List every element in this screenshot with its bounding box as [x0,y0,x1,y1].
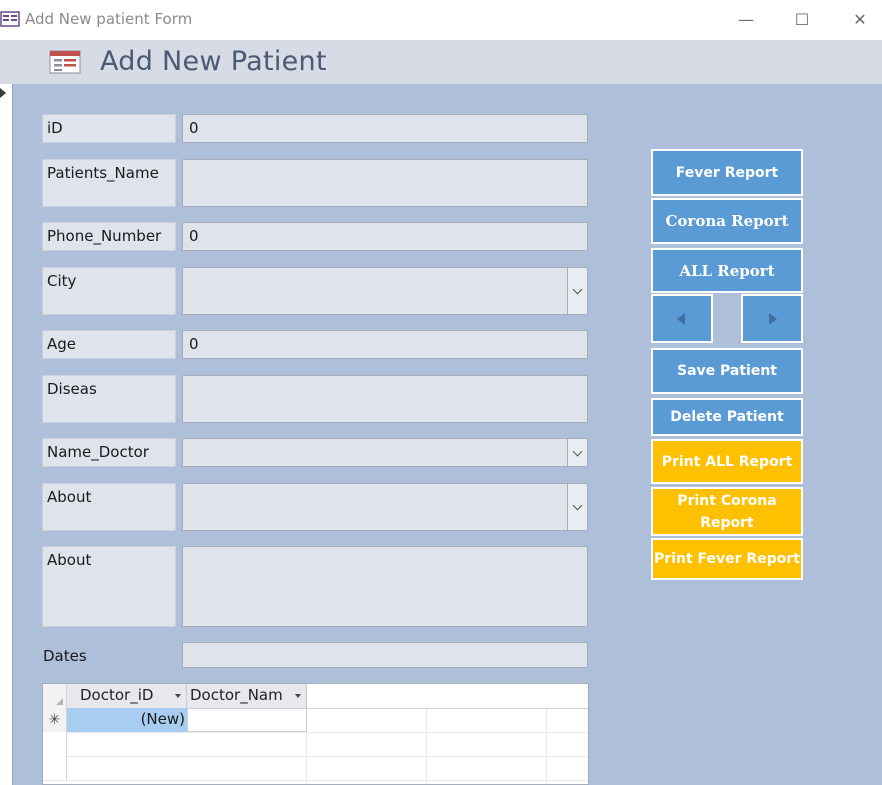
column-header-doctor-name[interactable]: Doctor_Nam [187,684,307,708]
id-field[interactable]: 0 [182,114,588,143]
delete-patient-button[interactable]: Delete Patient [651,398,803,436]
corona-report-button[interactable]: Corona Report [651,198,803,244]
id-label: iD [42,114,176,143]
title-bar: Add New patient Form — ☐ ✕ [0,0,882,40]
diseas-field[interactable] [182,375,588,423]
new-doctor-name-cell[interactable] [187,708,307,732]
about-dropdown-button[interactable] [567,484,587,530]
current-record-arrow-icon [0,88,6,98]
print-fever-report-button[interactable]: Print Fever Report [651,538,803,580]
table-row [43,756,588,781]
all-report-button[interactable]: ALL Report [651,248,803,293]
patients-name-field[interactable] [182,159,588,207]
about-text-label: About [42,546,176,627]
city-dropdown-button[interactable] [567,268,587,314]
close-button[interactable]: ✕ [846,8,874,32]
page-title: Add New Patient [100,46,327,77]
triangle-left-icon [677,312,685,325]
row-selector [43,732,67,756]
triangle-right-icon [769,312,777,325]
select-all-icon [56,698,63,705]
select-all-corner[interactable] [43,684,67,708]
previous-record-button[interactable] [651,294,713,343]
next-record-button[interactable] [741,294,803,343]
new-record-marker-icon: ✳ [43,708,67,732]
about-combo[interactable] [182,483,588,531]
diseas-label: Diseas [42,375,176,423]
dates-label: Dates [43,647,87,665]
window-title: Add New patient Form [25,10,193,28]
fever-report-button[interactable]: Fever Report [651,149,803,196]
age-label: Age [42,330,176,359]
datasheet-header: Doctor_iD Doctor_Nam [43,684,588,709]
print-all-report-button[interactable]: Print ALL Report [651,439,803,484]
about-textarea[interactable] [182,546,588,627]
minimize-button[interactable]: — [732,8,760,32]
chevron-down-icon [572,500,583,511]
print-corona-report-button[interactable]: Print Corona Report [651,487,803,536]
record-selector[interactable] [0,84,13,785]
new-doctor-id-cell[interactable]: (New) [67,708,187,732]
chevron-down-icon [572,446,583,456]
name-doctor-label: Name_Doctor [42,438,176,467]
row-selector [43,756,67,780]
maximize-button[interactable]: ☐ [788,8,816,32]
form-header: Add New Patient [0,40,882,84]
phone-number-field[interactable]: 0 [182,222,588,251]
city-combo[interactable] [182,267,588,315]
about-label: About [42,483,176,531]
table-row [43,732,588,757]
doctors-subform[interactable]: Doctor_iD Doctor_Nam ✳ (New) [42,683,589,785]
form-icon [49,50,81,74]
form-app-icon [0,11,20,27]
chevron-down-icon [572,284,583,295]
sort-dropdown-icon[interactable] [295,694,301,698]
name-doctor-dropdown-button[interactable] [567,439,587,466]
name-doctor-combo[interactable] [182,438,588,467]
patients-name-label: Patients_Name [42,159,176,207]
column-header-doctor-id[interactable]: Doctor_iD [67,684,187,708]
new-record-row[interactable]: ✳ (New) [43,708,588,733]
phone-number-label: Phone_Number [42,222,176,251]
save-patient-button[interactable]: Save Patient [651,348,803,394]
city-label: City [42,267,176,315]
sort-dropdown-icon[interactable] [175,694,181,698]
age-field[interactable]: 0 [182,330,588,359]
column-header-label: Doctor_iD [80,686,154,704]
column-header-label: Doctor_Nam [190,686,283,704]
dates-field[interactable] [182,642,588,668]
